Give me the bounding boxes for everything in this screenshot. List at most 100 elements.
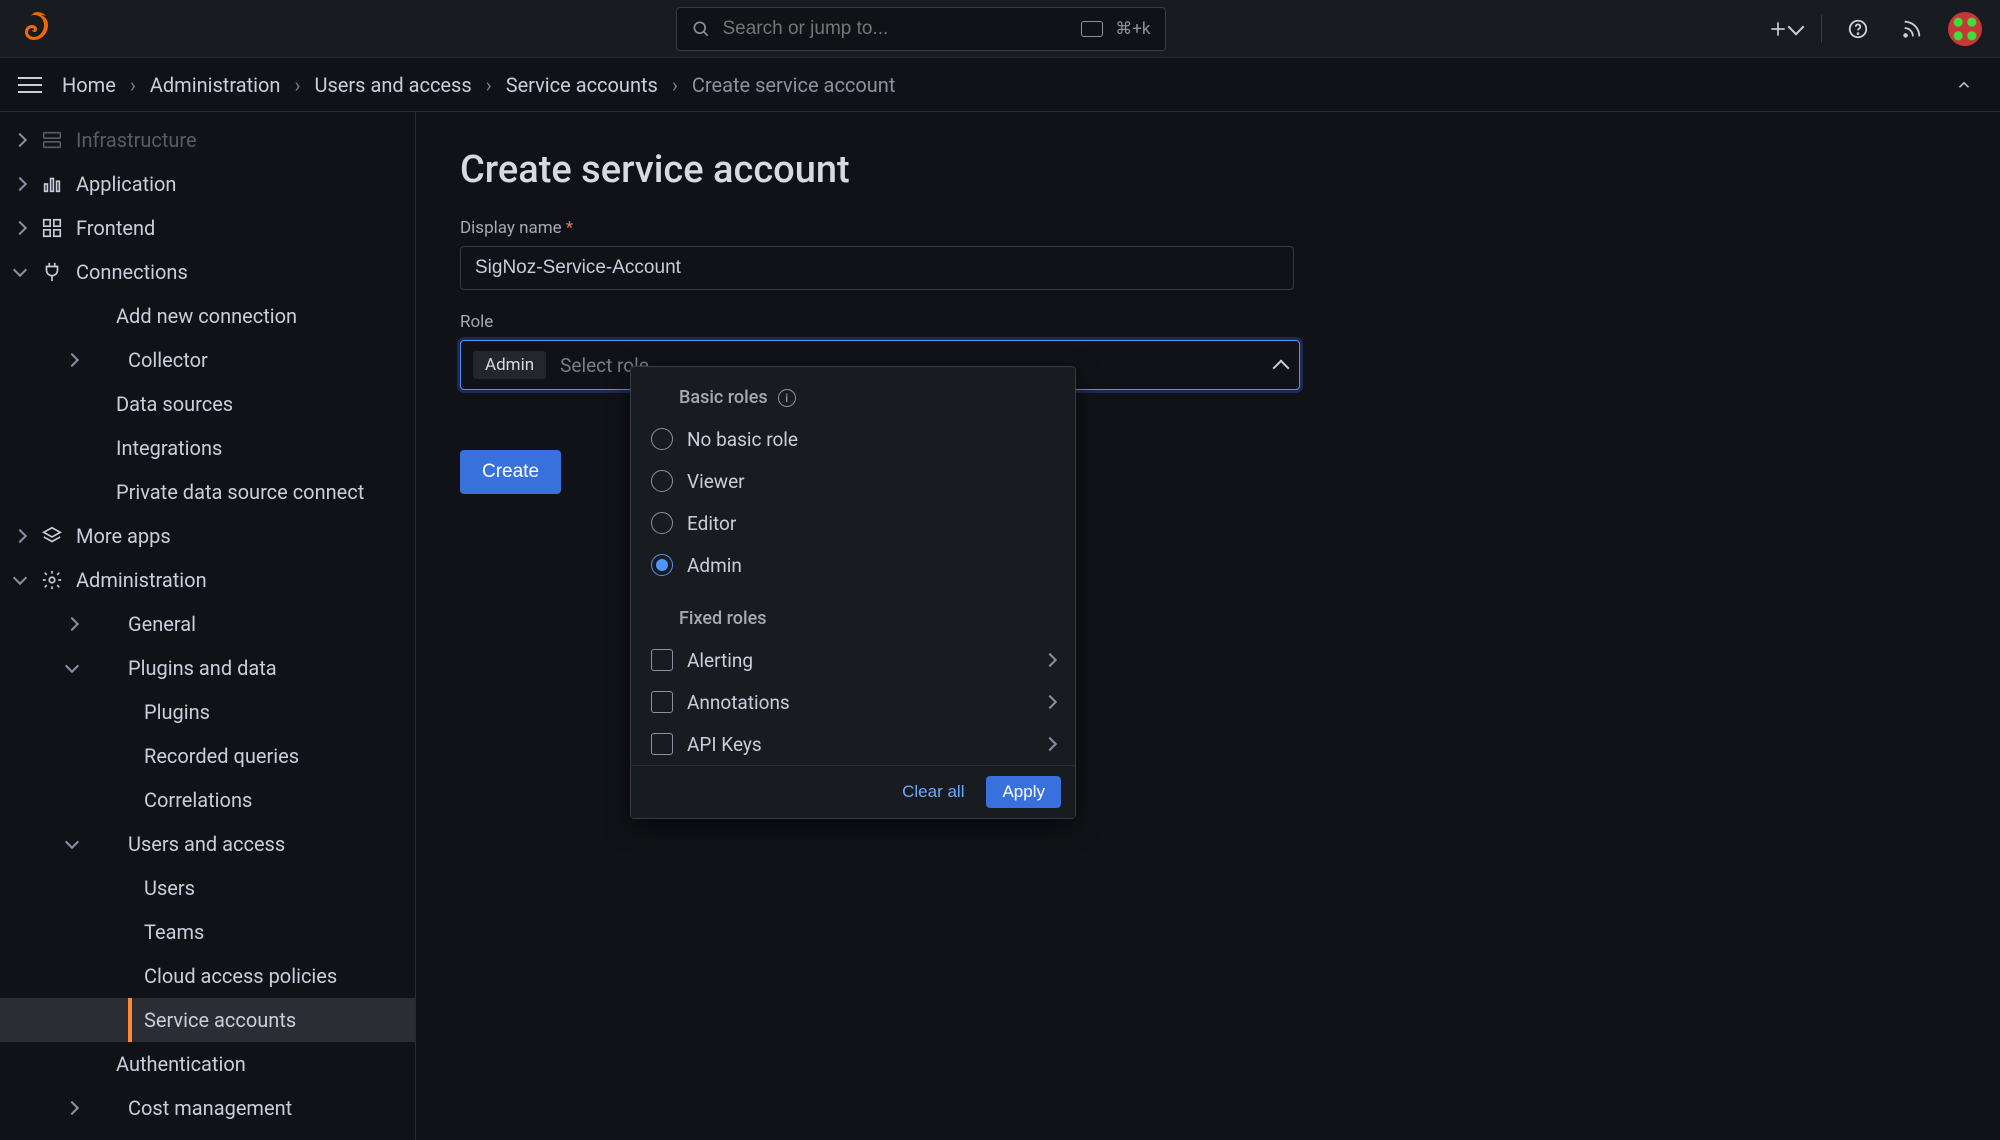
chevron-right-icon: › (130, 73, 136, 97)
sidebar-item-cost-management[interactable]: Cost management (0, 1086, 415, 1130)
sidebar-item-application[interactable]: Application (0, 162, 415, 206)
role-option-admin[interactable]: Admin (631, 544, 1075, 586)
chart-icon (40, 172, 64, 196)
sidebar-item-label: Recorded queries (144, 744, 299, 768)
sidebar-item-label: Teams (144, 920, 204, 944)
keyboard-hint: ⌘+k (1115, 19, 1150, 39)
chevron-down-icon (1788, 18, 1805, 35)
role-option-label: Viewer (687, 470, 745, 493)
radio-icon (651, 470, 673, 492)
role-option-label: API Keys (687, 733, 762, 756)
collapse-button[interactable] (1946, 67, 1982, 103)
fixed-roles-header: Fixed roles (631, 602, 1075, 639)
sidebar-item-connections[interactable]: Connections (0, 250, 415, 294)
sidebar-item-integrations[interactable]: Integrations (0, 426, 415, 470)
sidebar-item-label: Collector (128, 348, 208, 372)
role-option-no-basic[interactable]: No basic role (631, 418, 1075, 460)
sidebar-item-label: General (128, 612, 196, 636)
sidebar-item-label: Application (76, 172, 176, 196)
sidebar-item-administration[interactable]: Administration (0, 558, 415, 602)
display-name-input[interactable] (460, 246, 1294, 290)
sidebar-item-label: Integrations (116, 436, 222, 460)
sidebar-item-label: Cost management (128, 1096, 292, 1120)
sidebar-item-label: Plugins and data (128, 656, 277, 680)
breadcrumb-bar: Home › Administration › Users and access… (0, 58, 2000, 112)
page-title: Create service account (460, 148, 2000, 192)
sidebar-item-users-and-access[interactable]: Users and access (0, 822, 415, 866)
chevron-right-icon (1043, 653, 1057, 667)
sidebar-item-label: Private data source connect (116, 480, 364, 504)
role-option-viewer[interactable]: Viewer (631, 460, 1075, 502)
server-icon (40, 128, 64, 152)
sidebar-item-label: Data sources (116, 392, 233, 416)
role-option-label: Admin (687, 554, 742, 577)
chevron-right-icon (1043, 737, 1057, 751)
breadcrumb-service-accounts[interactable]: Service accounts (506, 73, 658, 97)
sidebar-item-infrastructure[interactable]: Infrastructure (0, 118, 415, 162)
display-name-label: Display name* (460, 218, 2000, 238)
sidebar-item-recorded-queries[interactable]: Recorded queries (0, 734, 415, 778)
global-search-input[interactable] (723, 18, 1070, 40)
radio-checked-icon (651, 554, 673, 576)
news-button[interactable] (1894, 11, 1930, 47)
sidebar-item-label: Users and access (128, 832, 285, 856)
grafana-logo-icon[interactable] (18, 10, 56, 48)
plug-icon (40, 260, 64, 284)
sidebar-item-label: Add new connection (116, 304, 297, 328)
chevron-right-icon (1043, 695, 1057, 709)
role-option-alerting[interactable]: Alerting (631, 639, 1075, 681)
sidebar-item-label: Cloud access policies (144, 964, 337, 988)
sidebar-item-correlations[interactable]: Correlations (0, 778, 415, 822)
sidebar-item-private-ds-connect[interactable]: Private data source connect (0, 470, 415, 514)
breadcrumb-administration[interactable]: Administration (150, 73, 281, 97)
create-new-button[interactable] (1767, 11, 1803, 47)
breadcrumb-home[interactable]: Home (62, 73, 116, 97)
breadcrumb-users-and-access[interactable]: Users and access (314, 73, 471, 97)
role-chip-admin: Admin (473, 351, 546, 379)
keyboard-icon (1081, 21, 1103, 37)
radio-icon (651, 512, 673, 534)
checkbox-icon (651, 649, 673, 671)
help-button[interactable] (1840, 11, 1876, 47)
sidebar-item-label: Users (144, 876, 195, 900)
sidebar-item-general[interactable]: General (0, 602, 415, 646)
sidebar-item-label: Connections (76, 260, 188, 284)
checkbox-icon (651, 733, 673, 755)
user-avatar[interactable] (1948, 12, 1982, 46)
role-option-label: Annotations (687, 691, 790, 714)
sidebar-item-plugins-and-data[interactable]: Plugins and data (0, 646, 415, 690)
role-option-api-keys[interactable]: API Keys (631, 723, 1075, 765)
menu-toggle-button[interactable] (12, 67, 48, 103)
sidebar-item-add-new-connection[interactable]: Add new connection (0, 294, 415, 338)
role-option-editor[interactable]: Editor (631, 502, 1075, 544)
sidebar-item-service-accounts[interactable]: Service accounts (0, 998, 415, 1042)
sidebar-item-label: Plugins (144, 700, 210, 724)
layout-icon (40, 216, 64, 240)
info-icon[interactable]: i (778, 389, 796, 407)
sidebar-item-data-sources[interactable]: Data sources (0, 382, 415, 426)
layers-icon (40, 524, 64, 548)
clear-all-button[interactable]: Clear all (892, 776, 974, 808)
chevron-right-icon: › (672, 73, 678, 97)
global-search[interactable]: ⌘+k (676, 7, 1166, 51)
sidebar-item-users[interactable]: Users (0, 866, 415, 910)
main-content: Create service account Display name* Rol… (416, 112, 2000, 1140)
checkbox-icon (651, 691, 673, 713)
role-option-annotations[interactable]: Annotations (631, 681, 1075, 723)
apply-button[interactable]: Apply (986, 776, 1061, 808)
role-dropdown: Basic roles i No basic role Viewer Edito… (630, 366, 1076, 819)
sidebar-item-more-apps[interactable]: More apps (0, 514, 415, 558)
sidebar-item-label: Administration (76, 568, 207, 592)
create-button[interactable]: Create (460, 450, 561, 494)
role-option-label: Editor (687, 512, 736, 535)
sidebar-item-cloud-access-policies[interactable]: Cloud access policies (0, 954, 415, 998)
sidebar-item-collector[interactable]: Collector (0, 338, 415, 382)
sidebar-item-label: Correlations (144, 788, 252, 812)
sidebar-item-plugins[interactable]: Plugins (0, 690, 415, 734)
breadcrumb-current: Create service account (692, 73, 896, 97)
sidebar-item-teams[interactable]: Teams (0, 910, 415, 954)
sidebar-item-label: Infrastructure (76, 128, 197, 152)
sidebar-item-authentication[interactable]: Authentication (0, 1042, 415, 1086)
sidebar-item-frontend[interactable]: Frontend (0, 206, 415, 250)
sidebar-nav: Infrastructure Application Frontend Conn… (0, 112, 416, 1140)
